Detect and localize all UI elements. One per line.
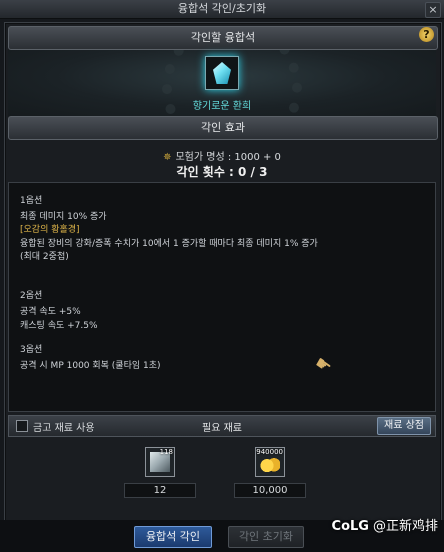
option-line: 최종 데미지 10% 증가 (20, 212, 107, 222)
engrave-count: 각인 횟수 : 0 / 3 (176, 165, 268, 179)
option-line: 융합된 장비의 강화/증폭 수치가 10에서 1 증가할 때마다 최종 데미지 … (20, 239, 318, 249)
material-required-amount: 12 (124, 483, 196, 498)
engrave-target-header: 각인할 융합석 (8, 26, 438, 50)
window-title: 융합석 각인/초기화 (177, 2, 267, 15)
engrave-target-title: 각인할 융합석 (190, 31, 256, 44)
vault-materials-label: 금고 재료 사용 (33, 423, 95, 434)
material-required-amount: 10,000 (234, 483, 306, 498)
help-icon[interactable]: ? (419, 27, 434, 42)
option-line: 3옵션 (20, 345, 43, 355)
option-line: 2옵션 (20, 291, 43, 301)
fusion-stone-slot[interactable] (205, 56, 239, 90)
material-stack-count: 118 (159, 448, 173, 456)
pointer-hand-icon: ☛ (310, 352, 336, 379)
option-line: 공격 시 MP 1000 회복 (쿨타임 1초) (20, 361, 161, 371)
fame-text: 모험가 명성 : 1000 + 0 (175, 152, 281, 163)
reset-engrave-button[interactable]: 각인 초기화 (228, 526, 304, 548)
engrave-window: 융합석 각인/초기화 × 각인할 융합석 ? 향기로운 환희 각인 효과 ✵ 모험… (0, 0, 444, 552)
window-titlebar: 융합석 각인/초기화 × (0, 0, 444, 19)
close-button[interactable]: × (425, 2, 441, 18)
material-slot-1[interactable]: 118 (145, 447, 175, 477)
material-stack-count: 940000 (256, 448, 283, 456)
material-slot-2[interactable]: 940000 (255, 447, 285, 477)
watermark-user: @正新鸡排 (372, 519, 438, 534)
option-line: 공격 속도 +5% (20, 307, 81, 317)
engrave-effect-title: 각인 효과 (201, 121, 245, 134)
option-line: 1옵션 (20, 196, 43, 206)
item-name: 향기로운 환희 (192, 101, 252, 112)
vault-materials-checkbox[interactable] (16, 420, 28, 432)
watermark: CoLG @正新鸡排 (332, 515, 438, 534)
fame-line: ✵ 모험가 명성 : 1000 + 0 (0, 148, 444, 163)
engrave-effect-header: 각인 효과 (8, 116, 438, 140)
fusion-stone-icon (213, 62, 231, 84)
materials-bar: 금고 재료 사용 필요 재료 재료 상점 (8, 415, 436, 437)
engrave-button[interactable]: 융합석 각인 (134, 526, 212, 548)
material-shop-button[interactable]: 재료 상점 (377, 417, 431, 435)
option-line: 캐스팅 속도 +7.5% (20, 321, 98, 331)
medal-icon: ✵ (163, 152, 172, 163)
option-line: [오감의 황홀경] (20, 225, 80, 235)
option-line: (최대 2중첩) (20, 252, 69, 262)
gold-coins-icon (260, 456, 280, 472)
option-list: 1옵션 최종 데미지 10% 증가 [오감의 황홀경] 융합된 장비의 강화/증… (8, 182, 436, 412)
watermark-brand: CoLG (331, 519, 369, 534)
